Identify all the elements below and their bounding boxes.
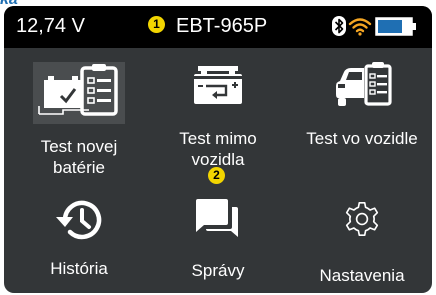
device-model: EBT-965P xyxy=(176,15,268,37)
status-bar: 12,74 V 1 EBT-965P xyxy=(4,6,432,48)
menu-item-new-battery-test[interactable]: Test novej batérie xyxy=(18,56,140,181)
battery-out-of-vehicle-icon xyxy=(194,66,242,104)
bluetooth-icon xyxy=(332,16,346,36)
step-badge-1: 1 xyxy=(148,16,165,33)
menu-item-label: Test vo vozidle xyxy=(306,129,418,148)
voltage-readout: 12,74 V xyxy=(16,15,85,37)
menu-item-label: Nastavenia xyxy=(319,266,405,285)
device-screen: 12,74 V 1 EBT-965P Test novej batérie Te… xyxy=(4,6,432,293)
menu-item-history[interactable]: História xyxy=(18,189,140,289)
menu-item-in-vehicle-test[interactable]: Test vo vozidle xyxy=(292,56,432,181)
menu-item-label: Test mimo vozidla xyxy=(179,129,257,169)
messages-icon xyxy=(196,199,238,237)
menu-item-label: Test novej batérie xyxy=(40,137,118,177)
menu-item-label: Správy xyxy=(191,261,245,280)
step-badge-2: 2 xyxy=(208,167,225,184)
menu-item-label: História xyxy=(50,259,108,278)
car-checklist-icon xyxy=(336,62,392,106)
menu-item-off-vehicle-test[interactable]: Test mimo vozidla xyxy=(156,56,280,181)
menu-item-settings[interactable]: Nastavenia xyxy=(292,189,432,289)
battery-icon xyxy=(375,17,416,36)
new-battery-checklist-icon xyxy=(33,62,125,124)
gear-icon xyxy=(345,201,379,237)
menu-item-messages[interactable]: Správy xyxy=(156,189,280,289)
wifi-icon xyxy=(348,18,372,36)
history-icon xyxy=(56,200,102,240)
battery-level-fill xyxy=(378,20,402,33)
